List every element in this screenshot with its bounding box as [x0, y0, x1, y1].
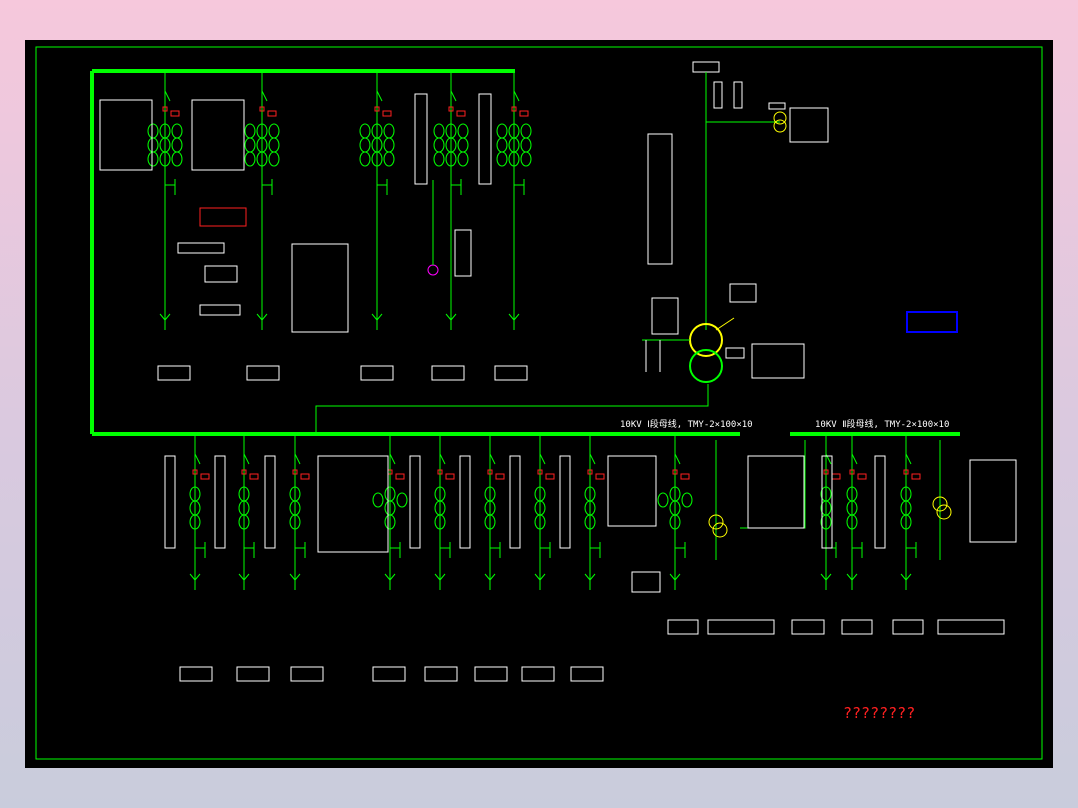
- single-line-diagram: 10KV Ⅰ段母线, TMY-2×100×10 10KV Ⅱ段母线, TMY-2…: [25, 40, 1053, 768]
- drawing-canvas: 10KV Ⅰ段母线, TMY-2×100×10 10KV Ⅱ段母线, TMY-2…: [0, 0, 1078, 808]
- busbar-section-one-label: 10KV Ⅰ段母线, TMY-2×100×10: [620, 418, 753, 430]
- title-block-caption: ????????: [843, 704, 915, 722]
- drawing-sheet: [25, 40, 1053, 768]
- busbar-section-two-label: 10KV Ⅱ段母线, TMY-2×100×10: [815, 418, 949, 430]
